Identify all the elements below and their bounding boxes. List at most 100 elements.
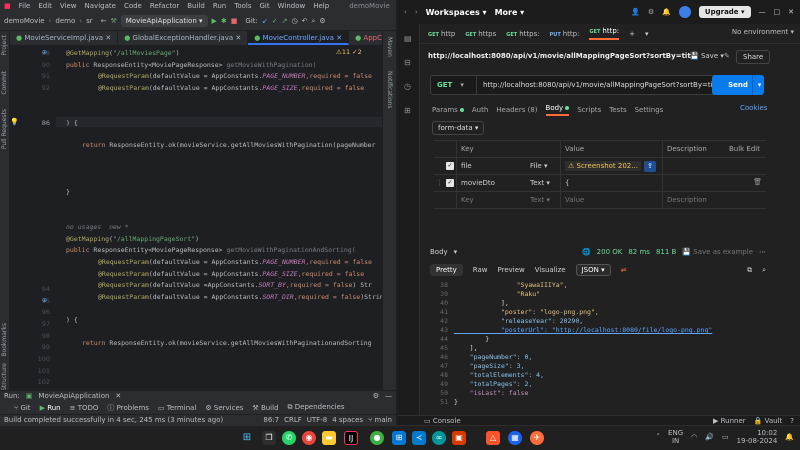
intellij-icon[interactable]: IJ — [344, 431, 358, 445]
run-config-dropdown[interactable]: MovieApiApplication ▾ — [120, 15, 208, 27]
volume-icon[interactable]: 🔊 — [705, 433, 714, 441]
back-icon[interactable]: ← — [101, 17, 107, 25]
language-indicator[interactable]: ENG IN — [668, 429, 683, 445]
whatsapp-icon[interactable]: ✆ — [282, 431, 296, 445]
row-type-dropdown[interactable]: Text ▾ — [526, 175, 560, 192]
tab-auth[interactable]: Auth — [472, 106, 488, 114]
inspection-widget[interactable]: ⚠11 ✓2 — [336, 48, 362, 56]
lightbulb-icon[interactable]: 💡 — [10, 118, 19, 126]
search-icon[interactable]: ⌕ — [312, 17, 316, 26]
more-menu[interactable]: More ▾ — [495, 8, 525, 17]
forward-icon[interactable]: › — [415, 8, 418, 16]
tool-problems[interactable]: ⓘ Problems — [107, 403, 149, 413]
menu-run[interactable]: Run — [213, 2, 226, 10]
environments-icon[interactable]: ⊟ — [404, 58, 411, 67]
brave-icon[interactable]: △ — [486, 431, 500, 445]
breadcrumb-project[interactable]: demoMovie — [4, 17, 45, 25]
request-tab[interactable]: PUT http: — [550, 30, 580, 38]
file-encoding[interactable]: UTF-8 — [307, 416, 327, 424]
vscode-icon[interactable]: ≺ — [412, 431, 426, 445]
tool-git[interactable]: ⑂ Git — [14, 404, 31, 412]
menu-git[interactable]: Git — [260, 2, 270, 10]
hammer-icon[interactable]: ⚒ — [110, 17, 116, 25]
line-separator[interactable]: CRLF — [284, 416, 302, 424]
upgrade-button[interactable]: Upgrade ▾ — [698, 6, 751, 18]
file-upload-icon[interactable]: ⇪ — [644, 161, 656, 172]
git-push-icon[interactable]: ↗ — [282, 17, 288, 25]
run-tab[interactable]: MovieApiApplication — [38, 392, 109, 400]
row-checkbox[interactable]: ✓ — [446, 179, 454, 187]
row-key[interactable]: file — [456, 158, 526, 175]
battery-icon[interactable]: ▭ — [722, 433, 729, 441]
tool-services[interactable]: ⚙ Services — [205, 404, 243, 412]
tab-settings[interactable]: Settings — [635, 106, 664, 114]
new-tab-icon[interactable]: + — [629, 30, 635, 38]
undo-icon[interactable]: ↶ — [302, 17, 308, 25]
menu-help[interactable]: Help — [313, 2, 329, 10]
menu-build[interactable]: Build — [187, 2, 205, 10]
clock[interactable]: 10:02 19-08-2024 — [737, 429, 778, 445]
request-tab[interactable]: GET https: — [506, 30, 539, 38]
history-icon[interactable]: ◷ — [404, 82, 411, 91]
breadcrumb-src[interactable]: sr — [86, 17, 93, 25]
menu-navigate[interactable]: Navigate — [85, 2, 116, 10]
office-icon[interactable]: ▣ — [452, 431, 466, 445]
chrome-icon[interactable]: ◉ — [302, 431, 316, 445]
tab-movie-controller[interactable]: ● MovieController.java ✕ — [248, 31, 350, 45]
tab-params[interactable]: Params — [432, 106, 464, 114]
status-badge[interactable]: 200 OK — [597, 248, 623, 256]
body-type-dropdown[interactable]: form-data ▾ — [432, 121, 485, 135]
menu-code[interactable]: Code — [124, 2, 142, 10]
tab-visualize[interactable]: Visualize — [535, 266, 566, 274]
git-update-icon[interactable]: ↙ — [262, 17, 268, 25]
task-view-icon[interactable]: ❐ — [262, 431, 276, 445]
tool-terminal[interactable]: ▭ Terminal — [158, 404, 196, 412]
runner-button[interactable]: ▶ Runner — [713, 417, 746, 425]
docker-icon[interactable]: ▦ — [508, 431, 522, 445]
vault-button[interactable]: 🔒 Vault — [754, 417, 783, 425]
search-icon[interactable]: ⌕ — [762, 266, 766, 275]
environment-selector[interactable]: No environment ▾ — [732, 28, 794, 36]
menu-view[interactable]: View — [60, 2, 77, 10]
delete-icon[interactable]: 🗑 — [753, 178, 762, 186]
tab-headers[interactable]: Headers (8) — [496, 106, 537, 114]
console-button[interactable]: ▭ Console — [424, 417, 461, 425]
new-key-input[interactable]: Key — [456, 192, 526, 209]
row-description[interactable] — [662, 175, 766, 192]
windows-start-icon[interactable]: ⊞ — [240, 431, 254, 445]
apps-icon[interactable]: ⊞ — [404, 106, 411, 115]
tab-raw[interactable]: Raw — [473, 266, 488, 274]
row-description[interactable] — [662, 158, 766, 175]
endpoint-icon[interactable]: ⊕ — [42, 297, 47, 304]
close-run-icon[interactable]: ✕ — [115, 392, 121, 400]
menu-tools[interactable]: Tools — [234, 2, 251, 10]
tool-commit[interactable]: Commit — [1, 71, 8, 95]
debug-icon[interactable]: ✱ — [221, 17, 227, 25]
collections-icon[interactable]: ▤ — [404, 34, 412, 43]
row-type-dropdown[interactable]: File ▾ — [526, 158, 560, 175]
run-settings-icon[interactable]: ⚙ — [373, 392, 379, 400]
code-editor[interactable]: @GetMapping("/allMoviesPage") ⚠11 ✓2 pub… — [56, 45, 382, 390]
wrap-icon[interactable]: ⇌ — [621, 266, 627, 274]
chevron-down-icon[interactable]: ▾ — [454, 248, 458, 256]
request-tab[interactable]: GET http — [428, 30, 455, 38]
tool-bookmarks[interactable]: Bookmarks — [1, 323, 8, 357]
tab-scripts[interactable]: Scripts — [577, 106, 601, 114]
menu-refactor[interactable]: Refactor — [150, 2, 179, 10]
edit-icon[interactable]: ✎ — [724, 52, 730, 60]
file-explorer-icon[interactable]: ▬ — [322, 431, 336, 445]
response-time[interactable]: 82 ms — [628, 248, 650, 256]
more-icon[interactable]: ⋯ — [759, 248, 766, 256]
close-icon[interactable]: ✕ — [788, 8, 794, 16]
minimize-icon[interactable]: — — [759, 8, 766, 16]
postman-icon[interactable]: ✈ — [530, 431, 544, 445]
menu-edit[interactable]: Edit — [38, 2, 52, 10]
tool-pull-requests[interactable]: Pull Requests — [1, 109, 8, 149]
stop-icon[interactable]: ■ — [231, 17, 238, 25]
tab-preview[interactable]: Preview — [498, 266, 525, 274]
url-input[interactable]: http://localhost:8080/api/v1/movie/allMa… — [477, 81, 717, 89]
history-icon[interactable]: ◷ — [292, 17, 298, 25]
save-button[interactable]: 💾 Save ▾ — [690, 52, 724, 60]
bulk-edit-link[interactable]: Bulk Edit — [729, 141, 760, 158]
status-message[interactable]: Build completed successfully in 4 sec, 2… — [4, 416, 223, 424]
